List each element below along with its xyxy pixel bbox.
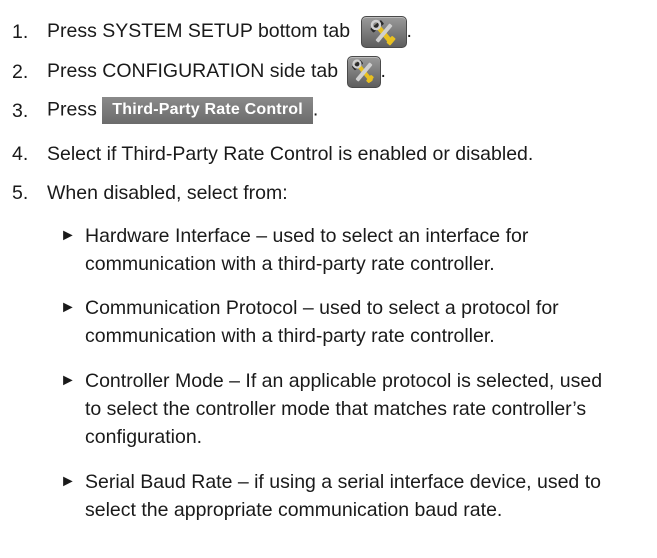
sub-item-line: Controller Mode – If an applicable proto… (85, 370, 603, 392)
step-1: 1. Press SYSTEM SETUP bottom tab . (0, 12, 657, 48)
step-2: 2. Press CONFIGURATION side tab . (0, 52, 657, 88)
instruction-document: 1. Press SYSTEM SETUP bottom tab . 2. Pr… (0, 0, 657, 558)
step-text: Press SYSTEM SETUP bottom tab (47, 20, 351, 43)
third-party-rate-control-button[interactable]: Third-Party Rate Control (102, 97, 313, 124)
wrench-hammer-icon (346, 56, 381, 88)
step-period: . (312, 98, 319, 121)
step-text: Select if Third-Party Rate Control is en… (47, 143, 534, 165)
step-number: 4. (12, 143, 29, 165)
sub-item-hardware-interface: ► Hardware Interface – used to select an… (60, 222, 657, 278)
sub-item-line: to select the controller mode that match… (85, 398, 587, 420)
sub-item-line: communication with a third-party rate co… (85, 253, 495, 275)
sub-item-line: Hardware Interface – used to select an i… (85, 225, 529, 247)
sub-item-line: configuration. (85, 426, 203, 448)
step-period: . (406, 20, 412, 43)
step-number: 2. (12, 61, 29, 83)
step-number: 5. (12, 182, 29, 204)
sub-item-line: Serial Baud Rate – if using a serial int… (85, 471, 601, 493)
step-number: 1. (12, 21, 29, 43)
arrow-right-icon: ► (60, 473, 76, 490)
step-text: Press CONFIGURATION side tab (47, 60, 339, 83)
sub-item-serial-baud-rate: ► Serial Baud Rate – if using a serial i… (60, 468, 657, 524)
sub-item-line: select the appropriate communication bau… (85, 499, 503, 521)
arrow-right-icon: ► (60, 299, 76, 316)
step-text: When disabled, select from: (47, 182, 288, 204)
step-5: 5. When disabled, select from: (0, 182, 657, 208)
sub-item-line: communication with a third-party rate co… (85, 325, 495, 347)
step-text: Press (47, 98, 97, 121)
step-3: 3. Press Third-Party Rate Control. (0, 95, 657, 125)
arrow-right-icon: ► (60, 372, 76, 389)
sub-item-controller-mode: ► Controller Mode – If an applicable pro… (60, 367, 657, 451)
arrow-right-icon: ► (60, 227, 76, 244)
sub-item-line: Communication Protocol – used to select … (85, 297, 559, 319)
sub-item-communication-protocol: ► Communication Protocol – used to selec… (60, 294, 657, 350)
step-period: . (380, 60, 386, 83)
wrench-hammer-icon (360, 16, 407, 48)
step-4: 4. Select if Third-Party Rate Control is… (0, 143, 657, 169)
step-number: 3. (12, 100, 29, 122)
